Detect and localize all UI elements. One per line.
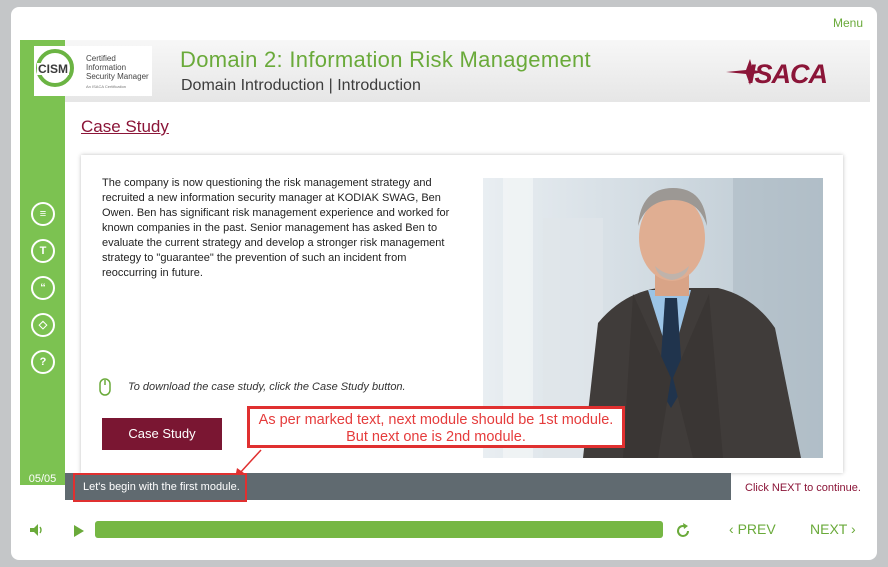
play-icon[interactable]: [73, 524, 85, 538]
isaca-logo: ISACA: [726, 59, 828, 87]
menu-link[interactable]: Menu: [833, 16, 863, 30]
download-instruction: To download the case study, click the Ca…: [99, 378, 406, 396]
chevron-right-icon: ›: [850, 521, 856, 537]
cism-full-name: Certified Information Security Manager: [86, 54, 152, 81]
volume-icon[interactable]: [29, 523, 45, 537]
chevron-left-icon: ‹: [729, 521, 734, 537]
sidebar: ≡ T “ ◇ ?: [20, 102, 65, 480]
player-controls: ‹ PREV NEXT ›: [11, 513, 877, 560]
progress-bar[interactable]: [95, 521, 663, 538]
breadcrumb: Domain Introduction | Introduction: [181, 77, 421, 94]
replay-icon[interactable]: [675, 523, 691, 539]
help-icon[interactable]: ?: [31, 350, 55, 374]
section-title: Case Study: [81, 117, 169, 136]
text-icon[interactable]: T: [31, 239, 55, 263]
cism-line-2: Security Manager: [86, 72, 149, 81]
mouse-icon: [99, 378, 111, 396]
progress-fill: [95, 521, 663, 538]
next-button[interactable]: NEXT ›: [810, 521, 856, 537]
click-next-hint: Click NEXT to continue.: [745, 482, 861, 494]
course-player-window: Menu CISM Certified Information Security…: [11, 7, 877, 560]
caption-text: Let's begin with the first module.: [73, 473, 247, 502]
prev-label: PREV: [737, 521, 776, 537]
case-study-text: The company is now questioning the risk …: [102, 177, 450, 279]
annotation-callout: As per marked text, next module should b…: [247, 406, 625, 448]
page-indicator: 05/05: [20, 473, 65, 485]
cism-line-1: Certified Information: [86, 54, 127, 72]
case-study-button[interactable]: Case Study: [102, 418, 222, 450]
document-icon[interactable]: ≡: [31, 202, 55, 226]
download-instruction-text: To download the case study, click the Ca…: [128, 381, 406, 393]
layers-icon[interactable]: ◇: [31, 313, 55, 337]
course-header: CISM Certified Information Security Mana…: [20, 40, 870, 102]
prev-button[interactable]: ‹ PREV: [729, 521, 776, 537]
isaca-wordmark: ISACA: [748, 59, 827, 87]
page-title: Domain 2: Information Risk Management: [180, 47, 591, 72]
cism-acronym: CISM: [37, 62, 69, 76]
cism-tagline: An ISACA Certification: [86, 84, 127, 89]
next-label: NEXT: [810, 521, 848, 537]
quote-icon[interactable]: “: [31, 276, 55, 300]
cism-logo: CISM Certified Information Security Mana…: [34, 46, 152, 96]
